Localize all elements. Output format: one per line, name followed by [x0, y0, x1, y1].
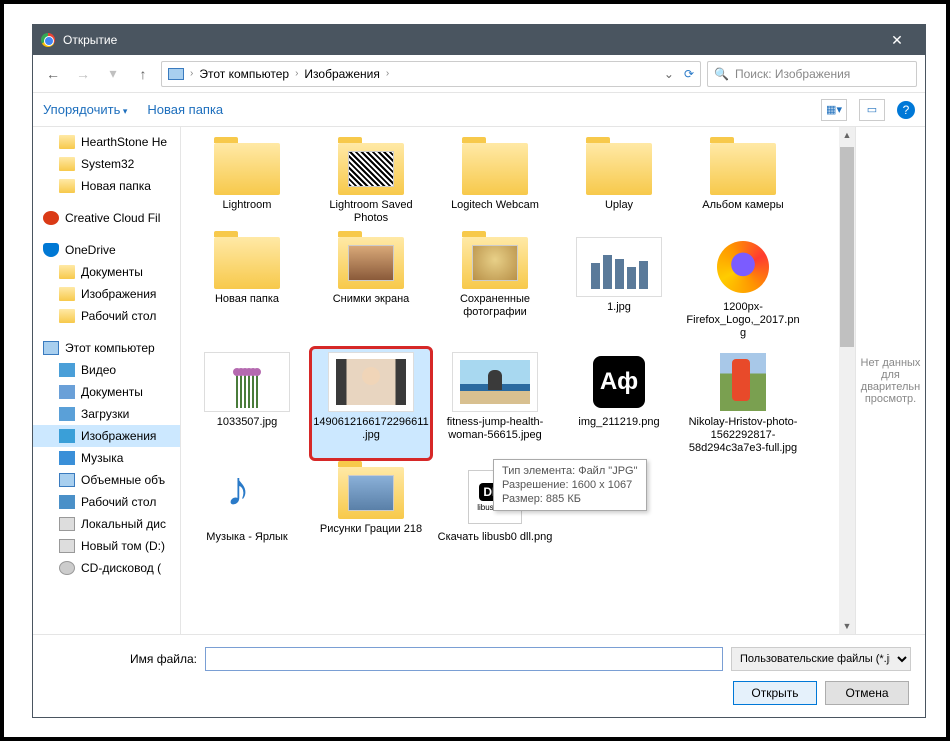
back-button[interactable]: ←	[41, 62, 65, 86]
scroll-down-icon[interactable]: ▼	[839, 618, 855, 634]
tree-volumes[interactable]: Объемные объ	[33, 469, 180, 491]
file-1jpg[interactable]: 1.jpg	[557, 231, 681, 346]
toolbar: Упорядочить Новая папка ▦ ▾ ▭ ?	[33, 93, 925, 127]
file-flowers[interactable]: 1033507.jpg	[185, 346, 309, 461]
close-button[interactable]: ✕	[877, 25, 917, 55]
filename-input[interactable]	[205, 647, 723, 671]
tree-newfolder[interactable]: Новая папка	[33, 175, 180, 197]
folder-lightroom-saved[interactable]: Lightroom Saved Photos	[309, 137, 433, 231]
tree-od-pics[interactable]: Изображения	[33, 283, 180, 305]
preview-pane: Нет данных для дварительн просмотр.	[855, 127, 925, 634]
file-tooltip: Тип элемента: Файл "JPG" Разрешение: 160…	[493, 459, 647, 511]
breadcrumb-sub[interactable]: Изображения	[304, 67, 379, 81]
shortcut-music[interactable]: Музыка - Ярлык	[185, 461, 309, 550]
organize-button[interactable]: Упорядочить	[43, 102, 127, 117]
scroll-thumb[interactable]	[840, 147, 854, 347]
new-folder-button[interactable]: Новая папка	[147, 102, 223, 117]
nav-tree: HearthStone He System32 Новая папка Crea…	[33, 127, 181, 634]
view-mode-button[interactable]: ▦ ▾	[821, 99, 847, 121]
file-open-dialog: Открытие ✕ ← → ▾ ↑ › Этот компьютер › Из…	[32, 24, 926, 718]
tree-this-pc[interactable]: Этот компьютер	[33, 337, 180, 359]
folder-saved-photos[interactable]: Сохраненные фотографии	[433, 231, 557, 346]
address-dropdown[interactable]: ⌄	[664, 67, 674, 81]
folder-screenshots[interactable]: Снимки экрана	[309, 231, 433, 346]
search-placeholder: Поиск: Изображения	[735, 67, 850, 81]
folder-lightroom[interactable]: Lightroom	[185, 137, 309, 231]
tree-cd-drive[interactable]: CD-дисковод (	[33, 557, 180, 579]
file-fitness[interactable]: fitness-jump-health-woman-56615.jpeg	[433, 346, 557, 461]
bottom-panel: Имя файла: Пользовательские файлы (*.jr …	[33, 634, 925, 717]
forward-button[interactable]: →	[71, 62, 95, 86]
up-button[interactable]: ↑	[131, 62, 155, 86]
preview-message: Нет данных для дварительн просмотр.	[860, 357, 921, 405]
tree-od-desk[interactable]: Рабочий стол	[33, 305, 180, 327]
nav-row: ← → ▾ ↑ › Этот компьютер › Изображения ›…	[33, 55, 925, 93]
tree-downloads[interactable]: Загрузки	[33, 403, 180, 425]
tree-creative-cloud[interactable]: Creative Cloud Fil	[33, 207, 180, 229]
tree-music[interactable]: Музыка	[33, 447, 180, 469]
chrome-icon	[41, 33, 55, 47]
file-nikolay[interactable]: Nikolay-Hristov-photo-1562292817-58d294c…	[681, 346, 805, 461]
tree-onedrive[interactable]: OneDrive	[33, 239, 180, 261]
file-portrait-selected[interactable]: 1490612166172296611.jpg	[309, 346, 433, 461]
folder-risunki[interactable]: Рисунки Грации 218	[309, 461, 433, 550]
search-icon: 🔍	[714, 67, 729, 81]
tree-od-docs[interactable]: Документы	[33, 261, 180, 283]
file-grid: Lightroom Lightroom Saved Photos Logitec…	[181, 127, 855, 634]
tree-new-volume[interactable]: Новый том (D:)	[33, 535, 180, 557]
refresh-button[interactable]: ⟳	[684, 67, 694, 81]
open-button[interactable]: Открыть	[733, 681, 817, 705]
recent-dropdown[interactable]: ▾	[101, 62, 125, 86]
tree-hearthstone[interactable]: HearthStone He	[33, 131, 180, 153]
tree-system32[interactable]: System32	[33, 153, 180, 175]
tree-docs[interactable]: Документы	[33, 381, 180, 403]
scrollbar-vertical[interactable]: ▲ ▼	[839, 127, 855, 634]
window-title: Открытие	[63, 33, 117, 47]
help-button[interactable]: ?	[897, 101, 915, 119]
titlebar: Открытие ✕	[33, 25, 925, 55]
file-af-logo[interactable]: Афimg_211219.png	[557, 346, 681, 461]
scroll-up-icon[interactable]: ▲	[839, 127, 855, 143]
filename-label: Имя файла:	[47, 652, 197, 666]
folder-new[interactable]: Новая папка	[185, 231, 309, 346]
folder-logitech[interactable]: Logitech Webcam	[433, 137, 557, 231]
folder-uplay[interactable]: Uplay	[557, 137, 681, 231]
breadcrumb-root[interactable]: Этот компьютер	[199, 67, 289, 81]
address-bar[interactable]: › Этот компьютер › Изображения › ⌄ ⟳	[161, 61, 701, 87]
file-firefox-logo[interactable]: 1200px-Firefox_Logo,_2017.png	[681, 231, 805, 346]
folder-camera-roll[interactable]: Альбом камеры	[681, 137, 805, 231]
filetype-filter[interactable]: Пользовательские файлы (*.jr	[731, 647, 911, 671]
cancel-button[interactable]: Отмена	[825, 681, 909, 705]
search-box[interactable]: 🔍 Поиск: Изображения	[707, 61, 917, 87]
tree-local-disk[interactable]: Локальный дис	[33, 513, 180, 535]
tree-video[interactable]: Видео	[33, 359, 180, 381]
pc-icon	[168, 68, 184, 80]
preview-pane-button[interactable]: ▭	[859, 99, 885, 121]
tree-pictures[interactable]: Изображения	[33, 425, 180, 447]
tree-desktop[interactable]: Рабочий стол	[33, 491, 180, 513]
